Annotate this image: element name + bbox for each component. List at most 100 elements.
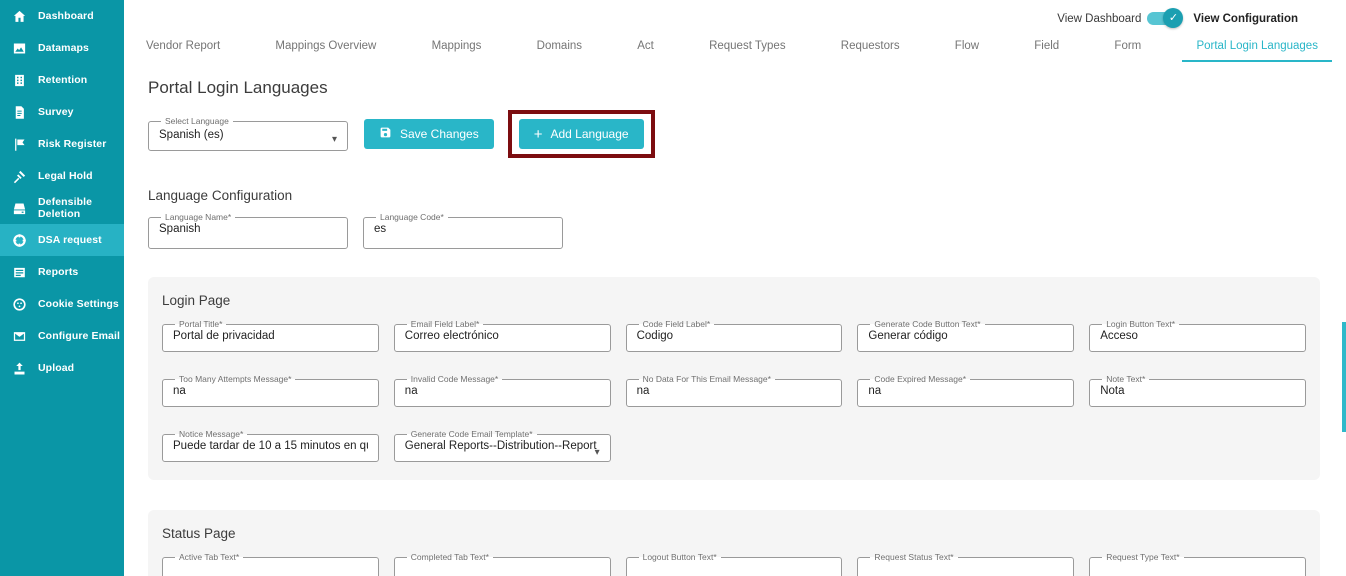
- field-label: Request Type Text*: [1102, 553, 1183, 562]
- sidebar-item-reports[interactable]: Reports: [0, 256, 124, 288]
- upload-icon: [11, 360, 27, 376]
- sidebar-item-label: Cookie Settings: [38, 298, 119, 310]
- sidebar-item-legal-hold[interactable]: Legal Hold: [0, 160, 124, 192]
- view-mode-toggle[interactable]: ✓: [1147, 12, 1179, 25]
- generate-code-button-text-field[interactable]: Generate Code Button Text*Generar código: [857, 320, 1074, 352]
- field-value: na: [637, 385, 832, 397]
- field-value: Correo electrónico: [405, 330, 600, 342]
- sidebar-item-defensible-deletion[interactable]: Defensible Deletion: [0, 192, 124, 224]
- view-configuration-label: View Configuration: [1193, 13, 1298, 25]
- field-label: No Data For This Email Message*: [639, 375, 775, 384]
- field-label: Login Button Text*: [1102, 320, 1179, 329]
- no-data-for-this-email-message-field[interactable]: No Data For This Email Message*na: [626, 375, 843, 407]
- field-value: na: [405, 385, 600, 397]
- too-many-attempts-message-field[interactable]: Too Many Attempts Message*na: [162, 375, 379, 407]
- tab-request-types[interactable]: Request Types: [695, 36, 800, 62]
- field-label: Generate Code Email Template*: [407, 430, 537, 439]
- active-tab-text-field[interactable]: Active Tab Text*: [162, 553, 379, 576]
- tab-mappings[interactable]: Mappings: [418, 36, 496, 62]
- sidebar-item-dashboard[interactable]: Dashboard: [0, 0, 124, 32]
- field-label: Invalid Code Message*: [407, 375, 502, 384]
- sidebar-item-label: Retention: [38, 74, 87, 86]
- request-type-text-field[interactable]: Request Type Text*: [1089, 553, 1306, 576]
- invalid-code-message-field[interactable]: Invalid Code Message*na: [394, 375, 611, 407]
- view-mode-toggle-row: View Dashboard ✓ View Configuration: [1057, 12, 1298, 25]
- tab-flow[interactable]: Flow: [941, 36, 993, 62]
- sidebar-item-configure-email[interactable]: Configure Email: [0, 320, 124, 352]
- document-icon: [11, 104, 27, 120]
- login-button-text-field[interactable]: Login Button Text*Acceso: [1089, 320, 1306, 352]
- save-icon: [379, 126, 392, 142]
- language-configuration-title: Language Configuration: [148, 188, 1320, 203]
- generate-code-email-template-field[interactable]: Generate Code Email Template*General Rep…: [394, 430, 611, 462]
- sidebar-item-label: DSA request: [38, 234, 102, 246]
- vertical-scrollbar[interactable]: [1342, 322, 1346, 432]
- sidebar-item-dsa-request[interactable]: DSA request: [0, 224, 124, 256]
- sidebar-nav: Dashboard Datamaps Retention Survey Risk Reg…: [0, 0, 124, 576]
- request-status-text-field[interactable]: Request Status Text*: [857, 553, 1074, 576]
- notice-message-field[interactable]: Notice Message*Puede tardar de 10 a 15 m…: [162, 430, 379, 462]
- code-expired-message-field[interactable]: Code Expired Message*na: [857, 375, 1074, 407]
- save-changes-label: Save Changes: [400, 127, 479, 141]
- sidebar-item-risk-register[interactable]: Risk Register: [0, 128, 124, 160]
- code-field-label-field[interactable]: Code Field Label*Codigo: [626, 320, 843, 352]
- note-text-field[interactable]: Note Text*Nota: [1089, 375, 1306, 407]
- login-page-card: Login Page Portal Title*Portal de privac…: [148, 277, 1320, 480]
- field-label: Notice Message*: [175, 430, 247, 439]
- field-label: Active Tab Text*: [175, 553, 243, 562]
- tab-mappings-overview[interactable]: Mappings Overview: [261, 36, 390, 62]
- tab-domains[interactable]: Domains: [523, 36, 596, 62]
- tab-act[interactable]: Act: [623, 36, 668, 62]
- sidebar-item-upload[interactable]: Upload: [0, 352, 124, 384]
- field-label: Note Text*: [1102, 375, 1149, 384]
- page-title: Portal Login Languages: [148, 78, 1320, 98]
- save-changes-button[interactable]: Save Changes: [364, 119, 494, 149]
- status-page-fields: Active Tab Text* Completed Tab Text* Logou…: [162, 553, 1306, 576]
- sidebar-item-retention[interactable]: Retention: [0, 64, 124, 96]
- field-value: na: [173, 385, 368, 397]
- field-label: Logout Button Text*: [639, 553, 721, 562]
- sidebar-item-label: Datamaps: [38, 42, 89, 54]
- portal-title-field[interactable]: Portal Title*Portal de privacidad: [162, 320, 379, 352]
- field-value: na: [868, 385, 1063, 397]
- completed-tab-text-field[interactable]: Completed Tab Text*: [394, 553, 611, 576]
- logout-button-text-field[interactable]: Logout Button Text*: [626, 553, 843, 576]
- chevron-down-icon: ▾: [332, 134, 337, 145]
- field-value: Generar código: [868, 330, 1063, 342]
- page-content: Portal Login Languages Select Language S…: [148, 70, 1320, 576]
- email-field-label-field[interactable]: Email Field Label*Correo electrónico: [394, 320, 611, 352]
- language-code-field[interactable]: Language Code*es: [363, 213, 563, 249]
- tab-field[interactable]: Field: [1020, 36, 1073, 62]
- tab-bar: Vendor Report Mappings Overview Mappings Do…: [132, 36, 1332, 62]
- field-value: Acceso: [1100, 330, 1295, 342]
- sidebar-item-label: Reports: [38, 266, 78, 278]
- home-icon: [11, 8, 27, 24]
- sidebar-item-label: Legal Hold: [38, 170, 93, 182]
- flag-icon: [11, 136, 27, 152]
- main-area: View Dashboard ✓ View Configuration Vend…: [124, 0, 1346, 576]
- tab-form[interactable]: Form: [1100, 36, 1155, 62]
- sidebar-item-label: Configure Email: [38, 330, 120, 342]
- tab-requestors[interactable]: Requestors: [827, 36, 914, 62]
- tab-vendor-report[interactable]: Vendor Report: [132, 36, 234, 62]
- select-language-value: Spanish (es): [159, 129, 337, 141]
- datamaps-icon: [11, 40, 27, 56]
- life-ring-icon: [11, 232, 27, 248]
- sidebar-item-label: Survey: [38, 106, 74, 118]
- sidebar-item-datamaps[interactable]: Datamaps: [0, 32, 124, 64]
- sidebar-item-label: Dashboard: [38, 10, 94, 22]
- sidebar-item-label: Defensible Deletion: [38, 196, 124, 220]
- sidebar-item-survey[interactable]: Survey: [0, 96, 124, 128]
- field-value: Portal de privacidad: [173, 330, 368, 342]
- status-page-title: Status Page: [162, 526, 1306, 541]
- select-language-dropdown[interactable]: Select Language Spanish (es) ▾: [148, 117, 348, 151]
- language-name-field[interactable]: Language Name*Spanish: [148, 213, 348, 249]
- field-value: Spanish: [159, 223, 337, 235]
- sidebar-item-cookie-settings[interactable]: Cookie Settings: [0, 288, 124, 320]
- add-language-button[interactable]: + Add Language: [519, 119, 644, 149]
- field-label: Too Many Attempts Message*: [175, 375, 295, 384]
- building-icon: [11, 72, 27, 88]
- field-label: Request Status Text*: [870, 553, 957, 562]
- tab-portal-login-languages[interactable]: Portal Login Languages: [1182, 36, 1332, 62]
- field-value: General Reports--Distribution--Report: [405, 440, 600, 452]
